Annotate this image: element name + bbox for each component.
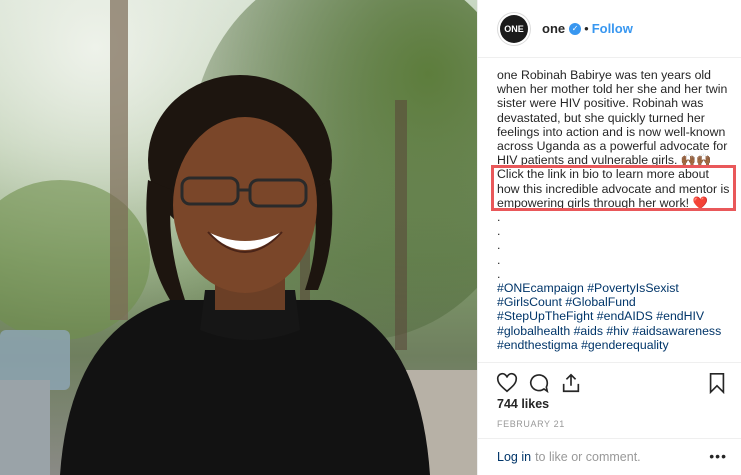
comment-icon[interactable] xyxy=(528,372,550,394)
caption-author[interactable]: one xyxy=(497,68,518,82)
post-side-panel: ONE one ✓ • Follow one Robinah Babirye w… xyxy=(477,0,741,475)
post-header: ONE one ✓ • Follow xyxy=(478,0,741,58)
post-photo xyxy=(0,0,477,475)
username-link[interactable]: one xyxy=(542,21,565,36)
caption-dot: . xyxy=(497,238,501,253)
hashtag-line[interactable]: #globalhealth #aids #hiv #aidsawareness xyxy=(497,324,721,338)
caption-dots: . . . . . xyxy=(497,210,733,281)
caption-intro: Robinah Babirye was ten years old when h… xyxy=(497,68,728,168)
hashtag-line[interactable]: #StepUpTheFight #endAIDS #endHIV xyxy=(497,309,704,323)
header-separator: • xyxy=(584,21,589,36)
caption-dot: . xyxy=(497,224,501,239)
heart-icon[interactable] xyxy=(496,372,518,394)
caption-dot: . xyxy=(497,252,501,267)
post-caption: one Robinah Babirye was ten years old wh… xyxy=(497,68,733,360)
more-options-button[interactable]: ••• xyxy=(709,448,727,464)
caption-highlight: Click the link in bio to learn more abou… xyxy=(497,167,730,210)
login-prompt: Log in to like or comment. xyxy=(478,438,741,475)
avatar[interactable]: ONE xyxy=(500,14,528,43)
login-prompt-text: to like or comment. xyxy=(535,450,641,464)
follow-button[interactable]: Follow xyxy=(592,21,633,36)
verified-badge-icon: ✓ xyxy=(569,22,582,35)
likes-count[interactable]: 744 likes xyxy=(497,397,549,411)
caption-dot: . xyxy=(497,210,501,225)
bookmark-icon[interactable] xyxy=(706,372,728,394)
login-link[interactable]: Log in xyxy=(497,450,531,464)
share-icon[interactable] xyxy=(560,372,582,394)
hashtag-line[interactable]: #endthestigma #genderequality xyxy=(497,338,669,352)
action-bar xyxy=(478,362,741,400)
hashtag-line[interactable]: #GirlsCount #GlobalFund xyxy=(497,295,636,309)
caption-dot: . xyxy=(497,266,501,281)
hashtag-list: #ONEcampaign #PovertyIsSexist #GirlsCoun… xyxy=(497,281,733,352)
hashtag-line[interactable]: #ONEcampaign #PovertyIsSexist xyxy=(497,281,679,295)
photo-illustration xyxy=(0,0,477,475)
post-date: FEBRUARY 21 xyxy=(497,419,565,429)
